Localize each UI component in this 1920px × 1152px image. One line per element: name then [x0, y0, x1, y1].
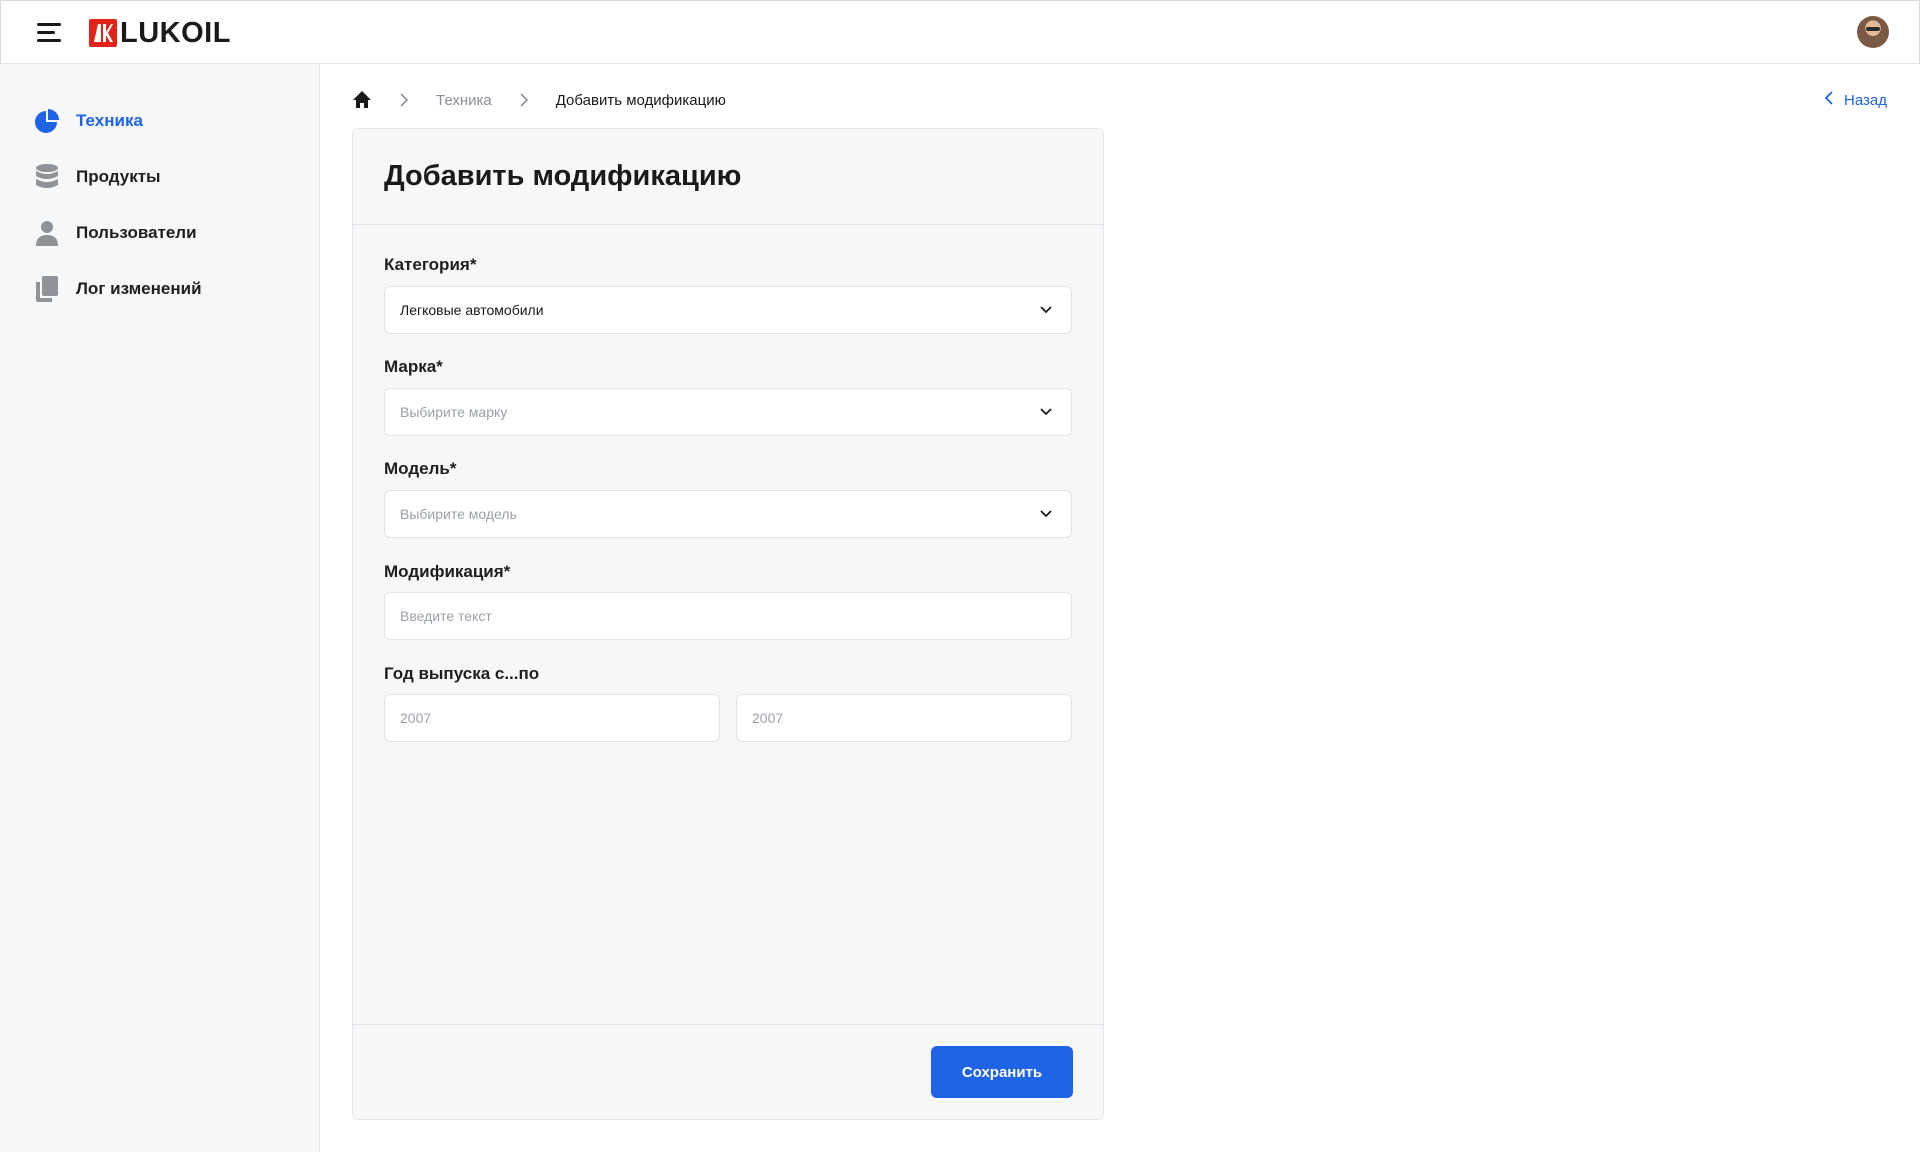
page-title: Добавить модификацию — [384, 160, 742, 192]
sidebar-item-label: Пользователи — [76, 223, 197, 242]
top-bar: LUKOIL — [0, 0, 1920, 64]
back-link[interactable]: Назад — [1824, 88, 1887, 112]
chevron-down-icon — [1039, 507, 1053, 521]
year-from-input[interactable]: 2007 — [384, 694, 720, 742]
model-label: Модель* — [384, 459, 457, 478]
user-avatar[interactable] — [1857, 16, 1889, 48]
sidebar-item-tehnika[interactable]: Техника — [34, 105, 143, 137]
category-select[interactable]: Легковые автомобили — [384, 286, 1072, 334]
sidebar-item-label: Продукты — [76, 167, 161, 186]
breadcrumb: Техника Добавить модификацию — [352, 88, 726, 112]
years-label: Год выпуска с...по — [384, 664, 540, 683]
sidebar: Техника Продукты Пользователи Лог измене… — [0, 64, 320, 1152]
chevron-left-icon — [1824, 90, 1834, 110]
hamburger-menu-icon[interactable] — [37, 23, 61, 43]
user-icon — [34, 219, 60, 247]
chevron-right-icon — [518, 92, 530, 108]
back-label: Назад — [1844, 91, 1887, 109]
brand-label: Марка* — [384, 357, 443, 376]
lukoil-logo[interactable]: LUKOIL — [89, 17, 231, 49]
modification-label: Модификация* — [384, 562, 511, 581]
sidebar-item-users[interactable]: Пользователи — [34, 217, 197, 249]
chevron-right-icon — [398, 92, 410, 108]
modification-placeholder: Введите текст — [400, 608, 492, 624]
brand-placeholder: Выбирите марку — [400, 404, 508, 420]
brand-select[interactable]: Выбирите марку — [384, 388, 1072, 436]
pie-chart-icon — [34, 107, 60, 135]
chevron-down-icon — [1039, 303, 1053, 317]
database-icon — [34, 163, 60, 191]
form-header: Добавить модификацию — [353, 129, 1103, 225]
logo-text: LUKOIL — [120, 17, 231, 49]
sidebar-item-label: Техника — [76, 111, 143, 130]
lukoil-logo-mark — [89, 19, 117, 47]
form-card: Добавить модификацию Категория* Легковые… — [352, 128, 1104, 1120]
year-from-placeholder: 2007 — [400, 710, 432, 726]
sidebar-item-label: Лог изменений — [76, 279, 202, 298]
chevron-down-icon — [1039, 405, 1053, 419]
save-button[interactable]: Сохранить — [931, 1046, 1073, 1098]
modification-input[interactable]: Введите текст — [384, 592, 1072, 640]
model-select[interactable]: Выбирите модель — [384, 490, 1072, 538]
breadcrumb-item-tehnika[interactable]: Техника — [436, 92, 492, 109]
form-footer: Сохранить — [353, 1024, 1103, 1120]
category-label: Категория* — [384, 255, 477, 274]
sidebar-item-change-log[interactable]: Лог изменений — [34, 273, 202, 305]
year-to-placeholder: 2007 — [752, 710, 784, 726]
home-icon[interactable] — [352, 90, 372, 110]
model-placeholder: Выбирите модель — [400, 506, 517, 522]
documents-icon — [34, 275, 60, 303]
category-value: Легковые автомобили — [400, 302, 544, 318]
year-to-input[interactable]: 2007 — [736, 694, 1072, 742]
sidebar-item-produkty[interactable]: Продукты — [34, 161, 161, 193]
breadcrumb-current: Добавить модификацию — [555, 91, 726, 109]
